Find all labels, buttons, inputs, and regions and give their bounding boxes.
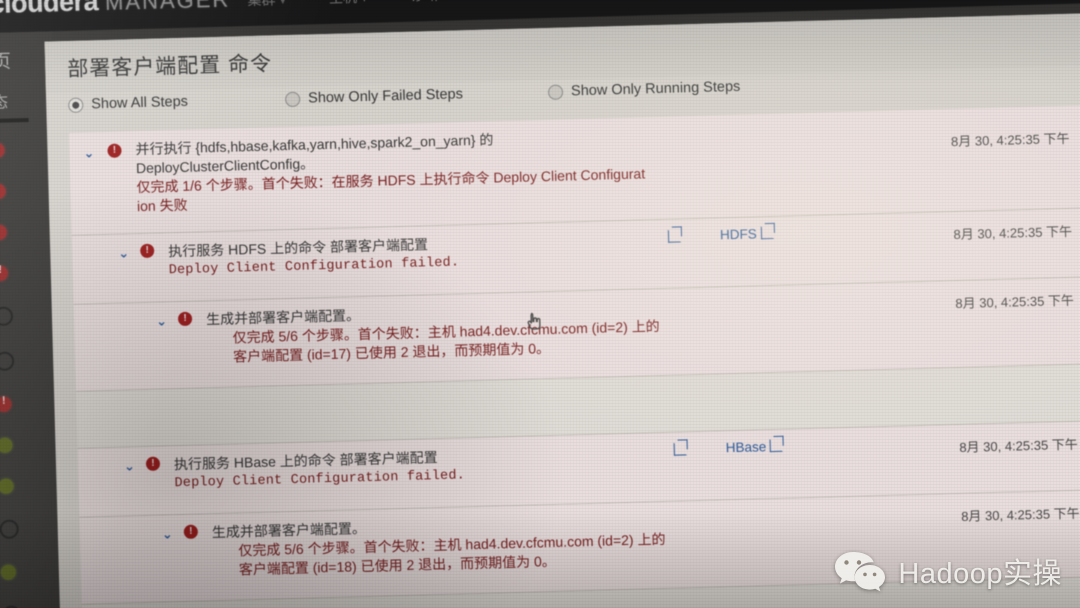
step-detail-link-icon[interactable] (673, 442, 687, 457)
error-icon (183, 524, 199, 539)
service-link-hdfs[interactable]: HDFS (719, 225, 774, 243)
brand-suffix: MANAGER (104, 0, 231, 15)
chevron-down-icon: ▾ (280, 0, 286, 7)
nav-item-audits[interactable]: 审核 (492, 0, 521, 3)
screen-photo: clouderaMANAGER 集群▾ 主机▾ 诊断▾ 审核 图表▾ 备份▾ 管… (0, 0, 1080, 608)
step-timestamp: 8月 30, 4:25:35 下午 (950, 130, 1070, 150)
service-link-label: HDFS (719, 226, 757, 243)
sidebar-status-icon-list (0, 142, 24, 608)
step-timestamp: 8月 30, 4:25:35 下午 (960, 505, 1080, 524)
nav-items: 集群▾ 主机▾ 诊断▾ 审核 图表▾ 备份▾ 管理▾ (247, 0, 765, 10)
radio-dot-icon (68, 97, 84, 113)
nav-label: 集群 (247, 0, 275, 8)
sidebar-status-ok-icon[interactable] (0, 564, 17, 580)
error-icon (177, 311, 193, 327)
command-detail-card: 部署客户端配置 命令 Show All Steps Show Only Fail… (44, 13, 1080, 608)
sidebar-status-ok-icon[interactable] (0, 437, 13, 453)
watermark-label: Hadoop实操 (898, 558, 1062, 590)
watermark: Hadoop实操 (834, 550, 1062, 592)
page-title: 部署客户端配置 命令 (66, 52, 273, 81)
radio-dot-icon (284, 91, 301, 107)
cloudera-manager-app: clouderaMANAGER 集群▾ 主机▾ 诊断▾ 审核 图表▾ 备份▾ 管… (0, 0, 1080, 608)
wechat-icon (835, 552, 886, 592)
radio-show-only-failed-steps[interactable]: Show Only Failed Steps (284, 86, 464, 107)
step-timestamp: 8月 30, 4:25:35 下午 (959, 436, 1079, 455)
sidebar-status-gray-icon[interactable] (0, 351, 15, 372)
error-icon (145, 456, 161, 471)
nav-item-hosts[interactable]: 主机 ▾ (329, 0, 367, 8)
radio-show-only-running-steps[interactable]: Show Only Running Steps (547, 78, 741, 100)
nav-label: 主机 (329, 0, 357, 6)
error-icon (107, 143, 122, 158)
nav-label: 诊断 (410, 0, 438, 4)
sidebar-status-error-icon[interactable] (0, 224, 7, 241)
chevron-down-icon: ▾ (443, 0, 448, 2)
chevron-down-icon: ▾ (362, 0, 367, 4)
radio-dot-icon (547, 84, 564, 100)
brand-name: cloudera (0, 0, 99, 20)
step-timestamp: 8月 30, 4:25:35 下午 (955, 292, 1075, 312)
chevron-down-icon[interactable]: ⌄ (83, 145, 94, 160)
external-link-icon (667, 229, 682, 243)
step-list: ⌄ 并行执行 {hdfs,hbase,kafka,yarn,hive,spark… (69, 105, 1080, 608)
chevron-down-icon[interactable]: ⌄ (156, 313, 167, 328)
step-timestamp: 8月 30, 4:25:35 下午 (953, 223, 1073, 243)
radio-label: Show Only Failed Steps (307, 86, 464, 107)
sidebar-item-status[interactable]: 状态 (0, 89, 8, 114)
chevron-down-icon[interactable]: ⌄ (118, 245, 129, 260)
sidebar-status-error-icon[interactable] (0, 183, 6, 200)
nav-label: 审核 (492, 0, 520, 1)
nav-item-diagnostics[interactable]: 诊断 ▾ (410, 0, 448, 6)
sidebar-item-home[interactable]: 主页 (0, 46, 11, 74)
sidebar-status-gray-icon[interactable] (0, 306, 14, 327)
sidebar-status-error-icon[interactable] (0, 265, 8, 282)
radio-label: Show All Steps (91, 93, 189, 113)
sidebar-status-ok-icon[interactable] (0, 478, 14, 494)
radio-show-all-steps[interactable]: Show All Steps (68, 94, 188, 113)
step-detail-link-icon[interactable] (667, 229, 682, 244)
sidebar-active-underline (0, 118, 29, 124)
sidebar-status-error-icon[interactable] (0, 142, 5, 159)
cloudera-logo[interactable]: cloudera MANAGER (0, 0, 231, 20)
nav-item-clusters[interactable]: 集群 ▾ (247, 0, 285, 10)
chevron-down-icon[interactable]: ⌄ (162, 526, 173, 541)
sidebar-status-error-icon[interactable] (0, 396, 12, 413)
service-link-hbase[interactable]: HBase (725, 438, 784, 456)
service-link-label: HBase (725, 439, 767, 456)
external-link-icon (769, 438, 784, 453)
radio-label: Show Only Running Steps (570, 78, 741, 100)
error-icon (140, 243, 155, 259)
sidebar-status-gray-icon[interactable] (0, 519, 19, 539)
chevron-down-icon[interactable]: ⌄ (124, 458, 135, 473)
external-link-icon (760, 225, 774, 240)
external-link-icon (673, 442, 687, 456)
nav-item-charts[interactable]: 图表▾ (564, 0, 602, 2)
